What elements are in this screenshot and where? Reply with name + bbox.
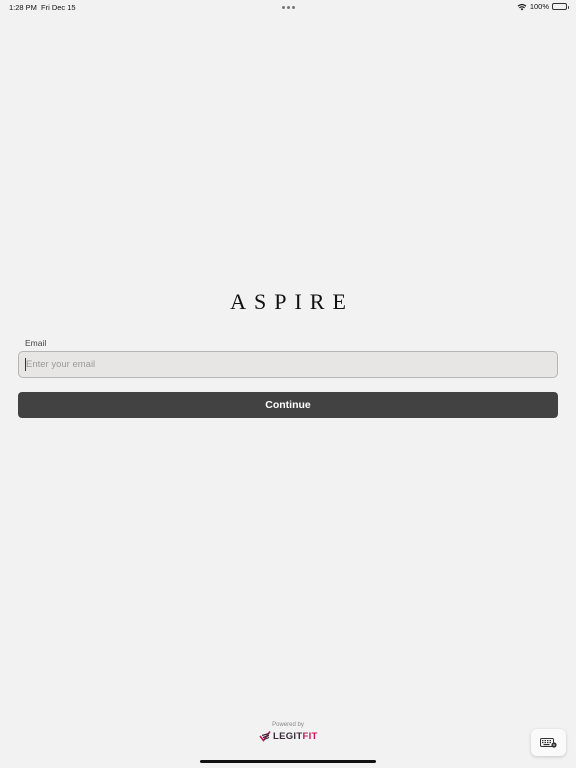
legitfit-logo: LEGITFIT (259, 730, 318, 742)
multitasking-menu-dots[interactable] (282, 6, 295, 9)
dot-icon (282, 6, 285, 9)
status-time: 1:28 PM (9, 3, 37, 12)
legitfit-fit-text: FIT (302, 730, 318, 742)
wifi-icon (517, 3, 527, 11)
battery-icon (552, 3, 569, 10)
home-indicator[interactable] (200, 760, 376, 763)
email-label: Email (25, 338, 47, 348)
legitfit-check-icon (259, 730, 271, 742)
dot-icon (292, 6, 295, 9)
keyboard-toggle-button[interactable] (531, 729, 566, 756)
status-bar: 1:28 PM Fri Dec 15 100% (0, 0, 576, 14)
keyboard-icon (540, 737, 557, 748)
powered-by-text: Powered by (272, 722, 304, 728)
status-indicators: 100% (517, 2, 569, 11)
continue-button[interactable]: Continue (18, 392, 558, 418)
text-cursor (25, 358, 26, 371)
email-input[interactable] (18, 351, 558, 378)
legitfit-wordmark: LEGITFIT (273, 731, 318, 742)
aspire-logo: ASPIRE (230, 289, 354, 314)
legitfit-legit-text: LEGIT (273, 730, 303, 742)
battery-percent: 100% (529, 2, 549, 11)
status-date: Fri Dec 15 (41, 3, 76, 12)
dot-icon (287, 6, 290, 9)
